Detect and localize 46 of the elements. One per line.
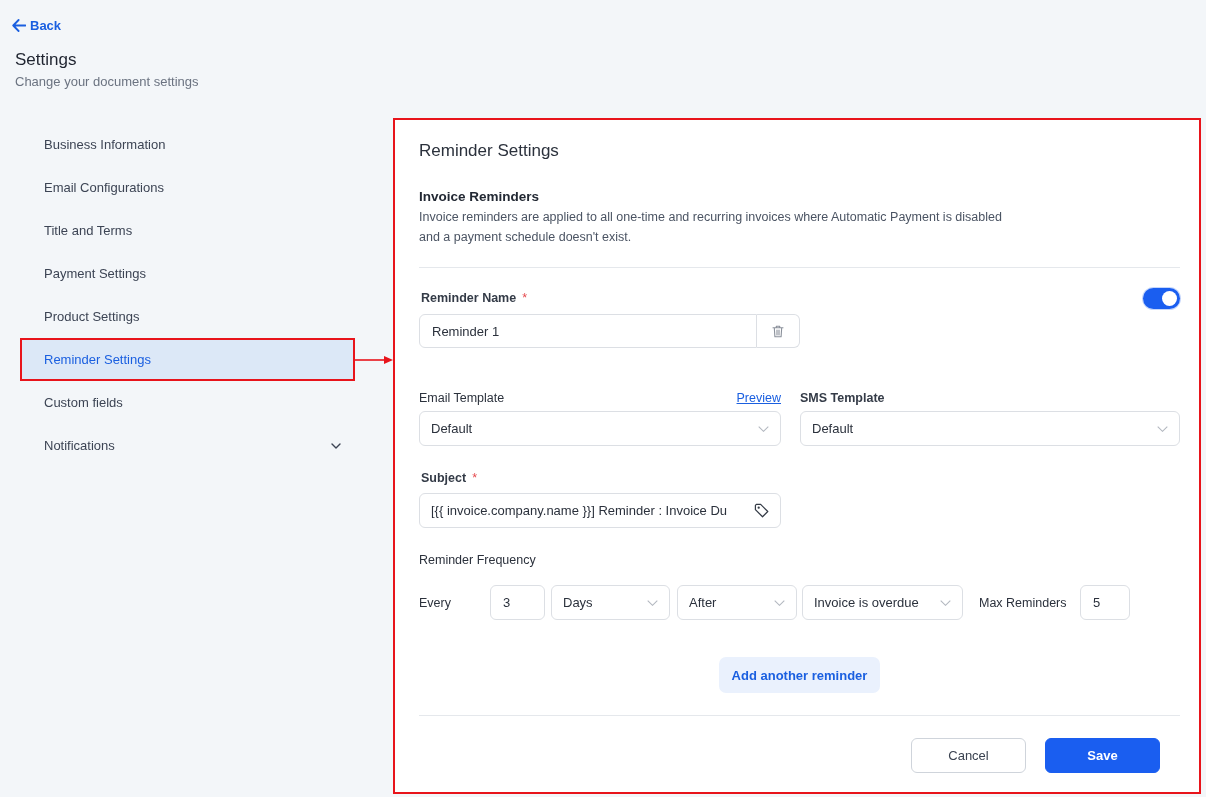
sidebar-item[interactable]: Custom fields <box>20 381 355 424</box>
every-label: Every <box>419 595 452 610</box>
max-reminders-label: Max Reminders <box>979 595 1068 610</box>
field-label: Reminder Frequency <box>419 552 536 569</box>
required-mark: * <box>522 290 528 307</box>
save-button[interactable]: Save <box>1045 738 1160 773</box>
chevron-down-icon <box>1157 425 1168 432</box>
trash-icon <box>772 324 784 338</box>
tag-icon <box>754 503 769 518</box>
sidebar-item[interactable]: Business Information <box>20 123 355 166</box>
sidebar-item[interactable]: Title and Terms <box>20 209 355 252</box>
sidebar-item[interactable]: Notifications <box>20 424 355 467</box>
preview-link[interactable]: Preview <box>736 389 781 407</box>
sidebar-item[interactable]: Payment Settings <box>20 252 355 295</box>
cancel-button[interactable]: Cancel <box>911 738 1026 773</box>
field-label: Subject <box>421 470 467 487</box>
event-dropdown[interactable]: Invoice is overdue <box>802 585 963 620</box>
chevron-down-icon <box>758 425 769 432</box>
back-link[interactable]: Back <box>12 17 62 33</box>
relation-dropdown[interactable]: After <box>677 585 797 620</box>
field-label: Email Template <box>419 390 505 407</box>
subject-field[interactable]: [{{ invoice.company.name }}] Reminder : Invoice Du <box>419 493 781 528</box>
email-template-dropdown[interactable]: Default <box>419 411 781 446</box>
panel-title: Reminder Settings <box>419 140 559 162</box>
add-reminder-button[interactable]: Add another reminder <box>718 657 881 693</box>
interval-field[interactable]: 3 <box>490 585 545 620</box>
section-description: Invoice reminders are applied to all one-time and recurring invoices where Automatic Payment is disabled and a payment schedule doesn't exist. <box>419 209 1003 246</box>
sidebar-item[interactable]: Email Configurations <box>20 166 355 209</box>
sidebar-item[interactable]: Product Settings <box>20 295 355 338</box>
page-title: Settings <box>15 49 77 71</box>
chevron-down-icon <box>940 599 951 606</box>
chevron-down-icon <box>647 599 658 606</box>
unit-dropdown[interactable]: Days <box>551 585 670 620</box>
max-reminders-field[interactable]: 5 <box>1080 585 1130 620</box>
chevron-down-icon <box>331 442 341 449</box>
chevron-down-icon <box>774 599 785 606</box>
page-subtitle: Change your document settings <box>15 73 199 91</box>
sidebar-item[interactable]: Reminder Settings <box>20 338 355 381</box>
field-label: Reminder Name <box>421 290 517 307</box>
reminder-name-field[interactable]: Reminder 1 <box>419 314 757 348</box>
toggle-switch[interactable] <box>1143 287 1180 309</box>
sms-template-dropdown[interactable]: Default <box>800 411 1180 446</box>
arrow-left-icon <box>12 18 26 32</box>
section-title: Invoice Reminders <box>419 188 540 206</box>
required-mark: * <box>472 470 478 487</box>
field-label: SMS Template <box>800 390 885 407</box>
